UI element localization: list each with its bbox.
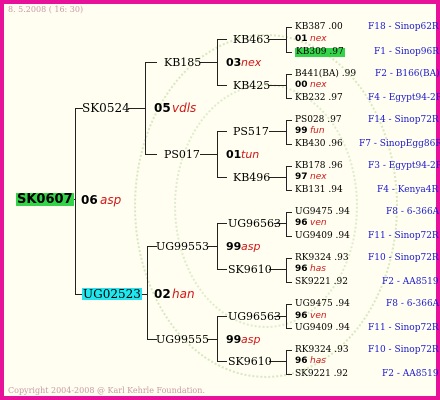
root-queen-breed: asp <box>100 193 122 207</box>
gen3-year: 01 <box>226 148 242 161</box>
dam-id: UG02523 <box>82 287 142 301</box>
gen4-id: KB425 <box>233 79 271 92</box>
gen4-year: 96 <box>295 356 308 366</box>
gen4-breed: ven <box>310 311 327 321</box>
gen5-id: RK9324 .93 <box>295 345 349 355</box>
gen4-id: SK9610 <box>228 263 272 276</box>
gen5-info: F4 - Kenya4R <box>377 185 439 195</box>
gen4-breed: nex <box>310 34 327 44</box>
gen5-id: RK9324 .93 <box>295 253 349 263</box>
gen5-id: KB131 .94 <box>295 185 343 195</box>
gen5-info: F14 - Sinop72R <box>368 115 439 125</box>
gen4-year: 96 <box>295 264 308 274</box>
gen5-id: PS028 .97 <box>295 115 342 125</box>
gen5-id: UG9475 .94 <box>295 207 350 217</box>
gen5-id: UG9475 .94 <box>295 299 350 309</box>
gen5-info: F11 - Sinop72R <box>368 231 439 241</box>
gen3-year: 99 <box>226 333 242 346</box>
gen3-breed: asp <box>241 240 261 253</box>
gen5-info: F4 - Egypt94-2R <box>368 93 440 103</box>
gen5-info: F8 - 6-366A <box>386 299 440 309</box>
dam-year: 02 <box>154 287 171 301</box>
gen4-id: KB463 <box>233 33 271 46</box>
gen3-id: PS017 <box>164 148 200 161</box>
gen4-breed: fun <box>310 126 325 136</box>
gen5-id: KB178 .96 <box>295 161 343 171</box>
print-date: 8. 5.2008 ( 16: 30) <box>8 5 84 14</box>
gen3-breed: tun <box>241 148 260 161</box>
gen5-id: B441(BA) .99 <box>295 69 357 79</box>
root-queen-year: 06 <box>81 193 98 207</box>
gen5-id: SK9221 .92 <box>295 277 348 287</box>
pedigree-frame: 8. 5.2008 ( 16: 30) Copyright 2004-2008 … <box>0 0 440 400</box>
gen4-id: UG96563 <box>228 310 282 323</box>
gen5-id: KB232 .97 <box>295 93 343 103</box>
sire-id: SK0524 <box>82 101 130 115</box>
sire-year: 05 <box>154 101 171 115</box>
gen5-id: UG9409 .94 <box>295 323 350 333</box>
gen4-year: 96 <box>295 311 308 321</box>
copyright-footer: Copyright 2004-2008 @ Karl Kehrle Founda… <box>8 386 205 395</box>
gen3-breed: nex <box>241 56 262 69</box>
gen5-info: F2 - AA8519 <box>382 369 439 379</box>
gen3-year: 99 <box>226 240 242 253</box>
gen4-year: 00 <box>295 80 308 90</box>
gen5-info: F3 - Egypt94-2R <box>368 161 440 171</box>
gen5-info: F2 - AA8519 <box>382 277 439 287</box>
gen5-info: F2 - B166(BA) <box>375 69 440 79</box>
gen5-info: F7 - SinopEgg86R <box>359 139 440 149</box>
gen5-id: KB387 .00 <box>295 22 343 32</box>
gen4-year: 01 <box>295 34 308 44</box>
gen3-year: 03 <box>226 56 242 69</box>
gen5-id: KB309 .97 <box>295 47 345 57</box>
gen4-breed: ven <box>310 218 327 228</box>
gen5-info: F18 - Sinop62R <box>368 22 439 32</box>
sire-breed: vdls <box>172 101 197 115</box>
gen4-id: KB496 <box>233 171 271 184</box>
gen4-year: 96 <box>295 218 308 228</box>
dam-breed: han <box>172 287 195 301</box>
gen5-info: F10 - Sinop72R <box>368 253 439 263</box>
gen3-breed: asp <box>241 333 261 346</box>
gen5-info: F10 - Sinop72R <box>368 345 439 355</box>
gen5-info: F8 - 6-366A <box>386 207 440 217</box>
gen5-id: SK9221 .92 <box>295 369 348 379</box>
gen4-year: 99 <box>295 126 308 136</box>
gen4-breed: has <box>310 264 326 274</box>
gen4-year: 97 <box>295 172 308 182</box>
gen5-info: F1 - Sinop96R <box>374 47 439 57</box>
gen4-breed: nex <box>310 80 327 90</box>
gen4-breed: has <box>310 356 326 366</box>
gen5-id: UG9409 .94 <box>295 231 350 241</box>
gen3-id: KB185 <box>164 56 202 69</box>
gen5-id: KB430 .96 <box>295 139 343 149</box>
gen4-breed: nex <box>310 172 327 182</box>
gen3-id: UG99553 <box>156 240 210 253</box>
gen4-id: SK9610 <box>228 355 272 368</box>
gen3-id: UG99555 <box>156 333 210 346</box>
gen5-info: F11 - Sinop72R <box>368 323 439 333</box>
gen4-id: PS517 <box>233 125 269 138</box>
root-queen-id: SK0607 <box>16 192 74 207</box>
gen4-id: UG96563 <box>228 217 282 230</box>
